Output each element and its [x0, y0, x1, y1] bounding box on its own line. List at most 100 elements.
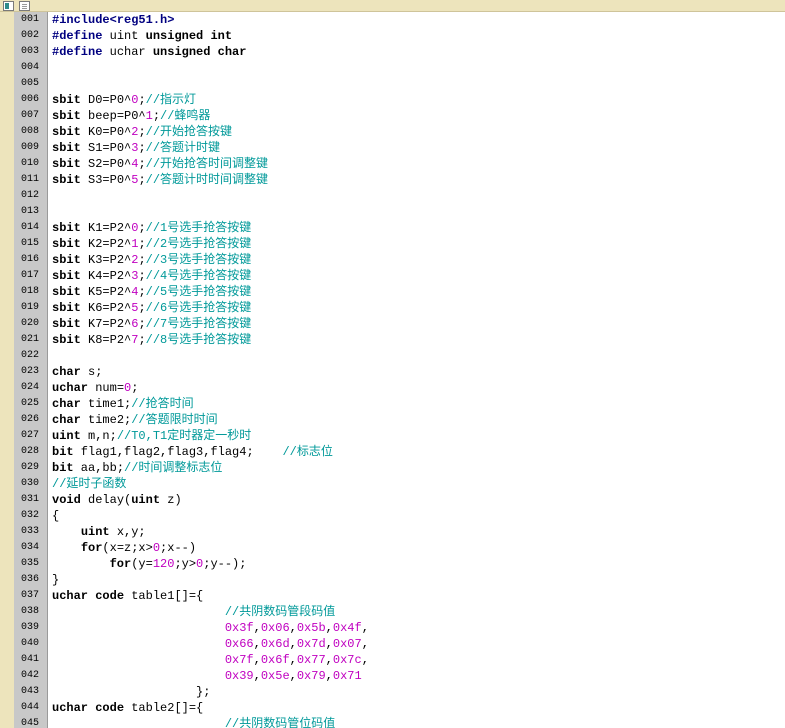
- code-line[interactable]: 025char time1;//抢答时间: [14, 396, 785, 412]
- code-text: char time2;//答题限时时间: [48, 412, 218, 428]
- line-number: 035: [14, 556, 48, 572]
- code-line[interactable]: 033 uint x,y;: [14, 524, 785, 540]
- code-line[interactable]: 044uchar code table2[]={: [14, 700, 785, 716]
- code-text: uint m,n;//T0,T1定时器定一秒时: [48, 428, 251, 444]
- code-line[interactable]: 026char time2;//答题限时时间: [14, 412, 785, 428]
- code-text: sbit S3=P0^5;//答题计时时间调整键: [48, 172, 268, 188]
- code-text: //共阴数码管位码值: [48, 716, 335, 728]
- code-line[interactable]: 015sbit K2=P2^1;//2号选手抢答按键: [14, 236, 785, 252]
- code-text: [48, 60, 52, 76]
- code-line[interactable]: 029bit aa,bb;//时间调整标志位: [14, 460, 785, 476]
- code-text: uchar code table1[]={: [48, 588, 203, 604]
- code-line[interactable]: 017sbit K4=P2^3;//4号选手抢答按键: [14, 268, 785, 284]
- line-number: 013: [14, 204, 48, 220]
- line-number: 028: [14, 444, 48, 460]
- code-text: sbit K1=P2^0;//1号选手抢答按键: [48, 220, 251, 236]
- line-number: 012: [14, 188, 48, 204]
- code-line[interactable]: 002#define uint unsigned int: [14, 28, 785, 44]
- code-text: sbit K0=P0^2;//开始抢答按键: [48, 124, 232, 140]
- code-line[interactable]: 035 for(y=120;y>0;y--);: [14, 556, 785, 572]
- code-line[interactable]: 004: [14, 60, 785, 76]
- code-line[interactable]: 022: [14, 348, 785, 364]
- line-number: 003: [14, 44, 48, 60]
- code-text: 0x39,0x5e,0x79,0x71: [48, 668, 362, 684]
- line-number: 005: [14, 76, 48, 92]
- code-line[interactable]: 030//延时子函数: [14, 476, 785, 492]
- code-line[interactable]: 009sbit S1=P0^3;//答题计时键: [14, 140, 785, 156]
- code-text: sbit S1=P0^3;//答题计时键: [48, 140, 220, 156]
- code-text: {: [48, 508, 59, 524]
- code-text: for(x=z;x>0;x--): [48, 540, 196, 556]
- code-text: #define uchar unsigned char: [48, 44, 246, 60]
- code-text: sbit K3=P2^2;//3号选手抢答按键: [48, 252, 251, 268]
- code-text: //共阴数码管段码值: [48, 604, 335, 620]
- code-line[interactable]: 024uchar num=0;: [14, 380, 785, 396]
- code-line[interactable]: 018sbit K5=P2^4;//5号选手抢答按键: [14, 284, 785, 300]
- code-text: };: [48, 684, 210, 700]
- code-line[interactable]: 016sbit K3=P2^2;//3号选手抢答按键: [14, 252, 785, 268]
- source-editor[interactable]: 001#include<reg51.h>002#define uint unsi…: [0, 12, 785, 728]
- code-line[interactable]: 038 //共阴数码管段码值: [14, 604, 785, 620]
- code-line[interactable]: 003#define uchar unsigned char: [14, 44, 785, 60]
- code-text: bit flag1,flag2,flag3,flag4; //标志位: [48, 444, 333, 460]
- line-number: 042: [14, 668, 48, 684]
- code-line[interactable]: 001#include<reg51.h>: [14, 12, 785, 28]
- line-number: 020: [14, 316, 48, 332]
- code-text: for(y=120;y>0;y--);: [48, 556, 246, 572]
- line-number: 010: [14, 156, 48, 172]
- code-line[interactable]: 013: [14, 204, 785, 220]
- line-number: 045: [14, 716, 48, 728]
- code-line[interactable]: 034 for(x=z;x>0;x--): [14, 540, 785, 556]
- code-line[interactable]: 008sbit K0=P0^2;//开始抢答按键: [14, 124, 785, 140]
- code-line[interactable]: 021sbit K8=P2^7;//8号选手抢答按键: [14, 332, 785, 348]
- code-line[interactable]: 028bit flag1,flag2,flag3,flag4; //标志位: [14, 444, 785, 460]
- code-line[interactable]: 012: [14, 188, 785, 204]
- line-number: 034: [14, 540, 48, 556]
- document-icon[interactable]: [19, 1, 30, 11]
- code-line[interactable]: 043 };: [14, 684, 785, 700]
- code-line[interactable]: 014sbit K1=P2^0;//1号选手抢答按键: [14, 220, 785, 236]
- code-line[interactable]: 019sbit K6=P2^5;//6号选手抢答按键: [14, 300, 785, 316]
- code-line[interactable]: 010sbit S2=P0^4;//开始抢答时间调整键: [14, 156, 785, 172]
- code-line[interactable]: 037uchar code table1[]={: [14, 588, 785, 604]
- line-number: 023: [14, 364, 48, 380]
- line-number: 040: [14, 636, 48, 652]
- code-line[interactable]: 041 0x7f,0x6f,0x77,0x7c,: [14, 652, 785, 668]
- line-number: 007: [14, 108, 48, 124]
- workspace-document-icon[interactable]: [3, 1, 14, 11]
- code-line[interactable]: 005: [14, 76, 785, 92]
- code-line[interactable]: 042 0x39,0x5e,0x79,0x71: [14, 668, 785, 684]
- code-text: sbit K7=P2^6;//7号选手抢答按键: [48, 316, 251, 332]
- code-line[interactable]: 040 0x66,0x6d,0x7d,0x07,: [14, 636, 785, 652]
- code-text: [48, 188, 52, 204]
- code-text: sbit K8=P2^7;//8号选手抢答按键: [48, 332, 251, 348]
- editor-left-margin: [0, 12, 14, 728]
- code-line[interactable]: 006sbit D0=P0^0;//指示灯: [14, 92, 785, 108]
- code-line[interactable]: 031void delay(uint z): [14, 492, 785, 508]
- line-number: 033: [14, 524, 48, 540]
- code-text: [48, 76, 52, 92]
- line-number: 017: [14, 268, 48, 284]
- code-text: bit aa,bb;//时间调整标志位: [48, 460, 222, 476]
- code-text: sbit S2=P0^4;//开始抢答时间调整键: [48, 156, 268, 172]
- code-line[interactable]: 036}: [14, 572, 785, 588]
- line-number: 038: [14, 604, 48, 620]
- code-text: #define uint unsigned int: [48, 28, 232, 44]
- code-line[interactable]: 045 //共阴数码管位码值: [14, 716, 785, 728]
- code-line[interactable]: 039 0x3f,0x06,0x5b,0x4f,: [14, 620, 785, 636]
- code-line[interactable]: 020sbit K7=P2^6;//7号选手抢答按键: [14, 316, 785, 332]
- line-number: 027: [14, 428, 48, 444]
- line-number: 018: [14, 284, 48, 300]
- line-number: 031: [14, 492, 48, 508]
- line-number: 026: [14, 412, 48, 428]
- code-line[interactable]: 032{: [14, 508, 785, 524]
- code-text: void delay(uint z): [48, 492, 182, 508]
- code-line[interactable]: 011sbit S3=P0^5;//答题计时时间调整键: [14, 172, 785, 188]
- line-number: 002: [14, 28, 48, 44]
- code-text: uchar num=0;: [48, 380, 138, 396]
- line-number: 014: [14, 220, 48, 236]
- code-line[interactable]: 007sbit beep=P0^1;//蜂鸣器: [14, 108, 785, 124]
- code-text: 0x3f,0x06,0x5b,0x4f,: [48, 620, 369, 636]
- code-line[interactable]: 027uint m,n;//T0,T1定时器定一秒时: [14, 428, 785, 444]
- code-line[interactable]: 023char s;: [14, 364, 785, 380]
